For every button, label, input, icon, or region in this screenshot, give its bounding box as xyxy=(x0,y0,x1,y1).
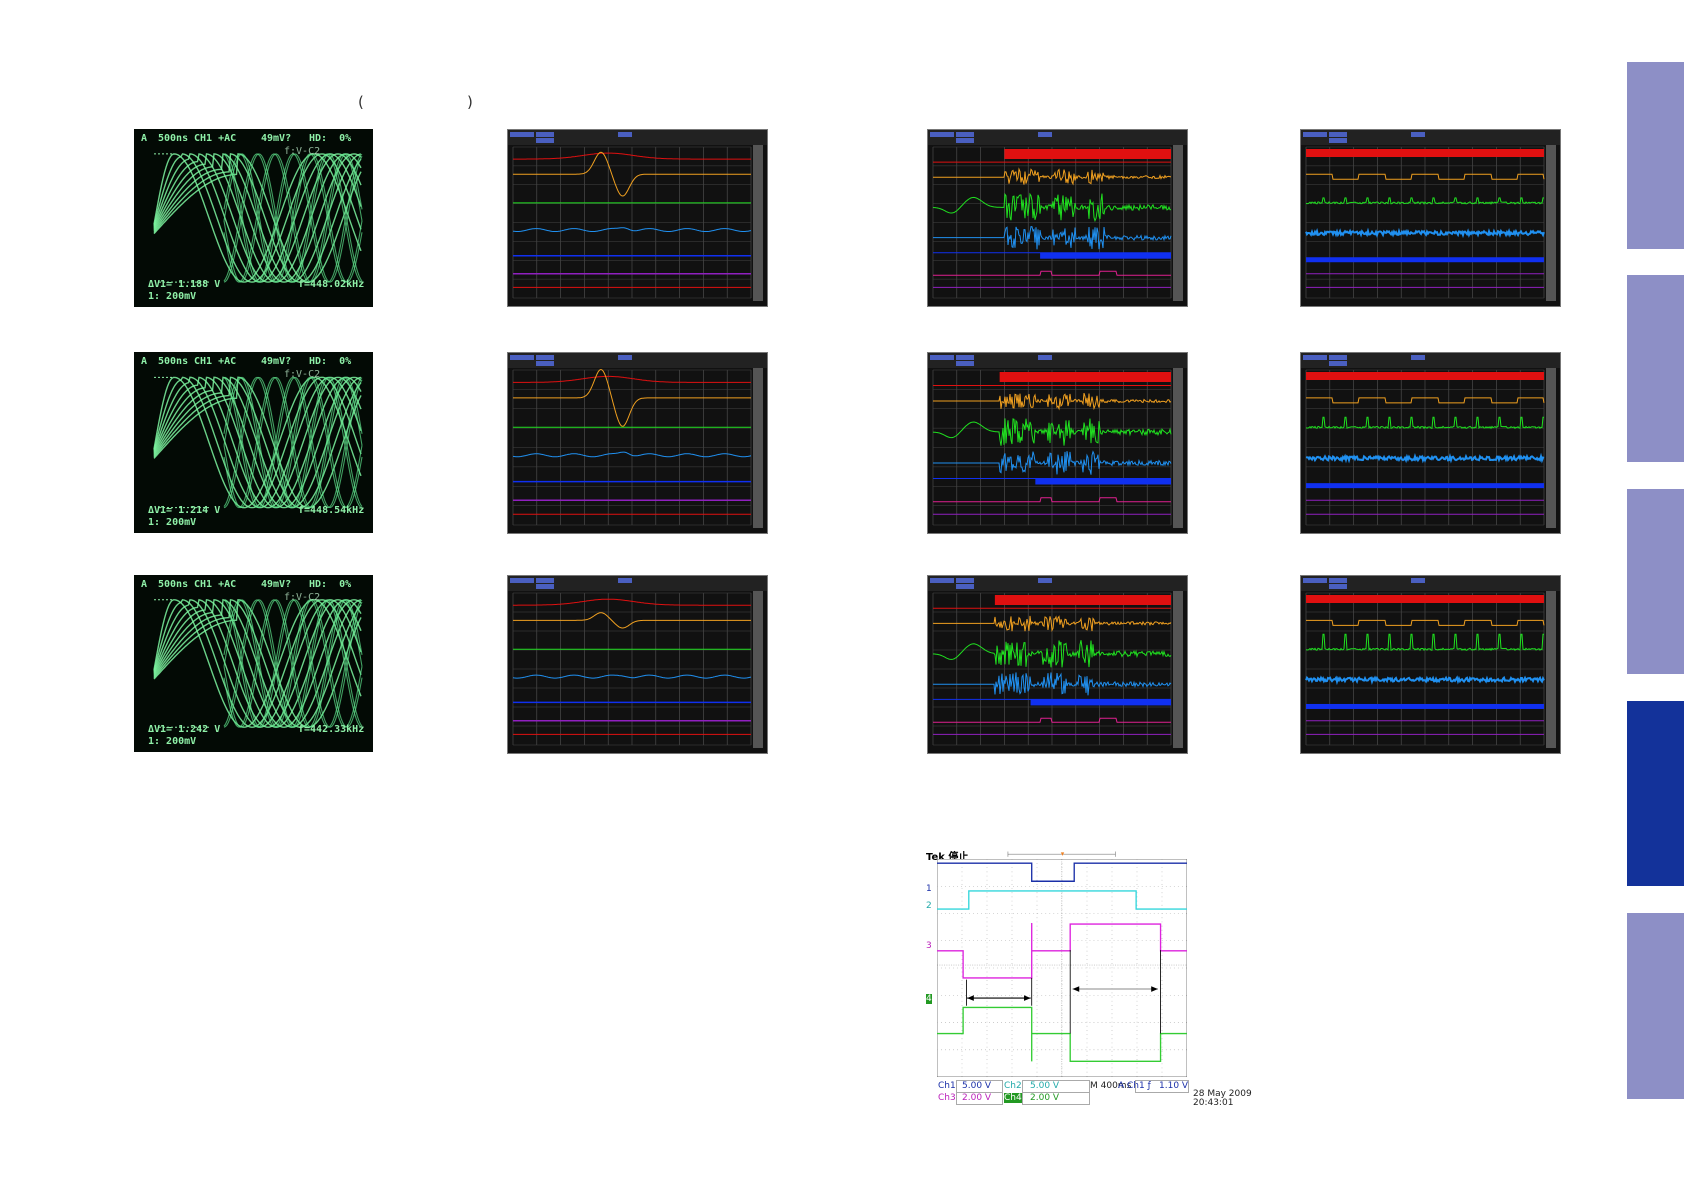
side-tab-1[interactable] xyxy=(1627,62,1684,249)
recorder-trace xyxy=(1306,372,1544,380)
scope-level: 49mV? xyxy=(261,579,292,590)
ch1-scale: 5.00 V xyxy=(962,1081,992,1091)
ch3-scale: 2.00 V xyxy=(962,1093,992,1103)
scope-mode: A xyxy=(141,133,148,144)
scope-level: 49mV? xyxy=(261,133,292,144)
scope-timebase: 500ns xyxy=(158,133,189,144)
scope-dv: ΔV1= 1.242 V xyxy=(148,724,221,735)
scope-scale: 1: 200mV xyxy=(148,736,197,747)
ch4-marker: 4 xyxy=(926,994,932,1004)
ch4-scale: 2.00 V xyxy=(1030,1093,1060,1103)
ch1-marker: 1 xyxy=(926,884,932,894)
scope-channel: CH1 +AC xyxy=(194,579,237,590)
scope-cursor: f:V-C2 xyxy=(284,592,321,603)
scope-hd: HD: 0% xyxy=(309,579,352,590)
recorder-capture xyxy=(507,575,768,754)
ch1-label: Ch1 xyxy=(938,1081,956,1091)
ch2-marker: 2 xyxy=(926,901,932,911)
side-tab-5[interactable] xyxy=(1627,913,1684,1099)
scope-freq: f=448.02kHz xyxy=(298,279,365,290)
tek-waveform-grid xyxy=(937,859,1187,1077)
scope-dv: ΔV1= 1.214 V xyxy=(148,505,221,516)
scope-cursor: f:V-C2 xyxy=(284,369,321,380)
paren-close: ) xyxy=(467,93,473,111)
tek-record-bar xyxy=(1007,851,1116,857)
tek-scope-capture: Tek 停止 1 2 3 4 Ch1 5.00 V Ch2 5.00 V M 4… xyxy=(926,848,1256,1108)
side-tab-4-active[interactable] xyxy=(1627,701,1684,886)
recorder-capture xyxy=(507,129,768,307)
recorder-capture xyxy=(507,352,768,534)
paren-open: ( xyxy=(358,93,364,111)
recorder-capture xyxy=(927,352,1188,534)
scope-hd: HD: 0% xyxy=(309,133,352,144)
scope-cursor: f:V-C2 xyxy=(284,146,321,157)
scope-hd: HD: 0% xyxy=(309,356,352,367)
scope-dv: ΔV1= 1.188 V xyxy=(148,279,221,290)
ch3-label: Ch3 xyxy=(938,1093,956,1103)
ch4-label: Ch4 xyxy=(1004,1093,1022,1103)
scope-mode: A xyxy=(141,356,148,367)
analog-scope-capture: A 500ns CH1 +AC 49mV? HD: 0% f:V-C2 ΔV1= 1.214… xyxy=(134,352,373,533)
side-tab-3[interactable] xyxy=(1627,489,1684,674)
scope-level: 49mV? xyxy=(261,356,292,367)
analog-scope-capture: A 500ns CH1 +AC 49mV? HD: 0% f:V-C2 ΔV1= 1.188… xyxy=(134,129,373,307)
recorder-capture xyxy=(1300,129,1561,307)
recorder-trace xyxy=(1306,149,1544,157)
recorder-trace xyxy=(994,595,1171,605)
recorder-capture xyxy=(1300,352,1561,534)
scope-channel: CH1 +AC xyxy=(194,133,237,144)
recorder-capture xyxy=(927,129,1188,307)
trigger-level: 1.10 V xyxy=(1159,1081,1189,1091)
scope-timebase: 500ns xyxy=(158,579,189,590)
scope-mode: A xyxy=(141,579,148,590)
recorder-capture xyxy=(1300,575,1561,754)
scope-freq: f=442.33kHz xyxy=(298,724,365,735)
side-tab-2[interactable] xyxy=(1627,275,1684,462)
scope-freq: f=448.54kHz xyxy=(298,505,365,516)
ch3-marker: 3 xyxy=(926,941,932,951)
capture-time: 20:43:01 xyxy=(1193,1098,1234,1108)
recorder-trace xyxy=(1306,595,1544,603)
recorder-trace xyxy=(1305,227,1545,239)
recorder-trace xyxy=(999,372,1171,382)
ch2-scale: 5.00 V xyxy=(1030,1081,1060,1091)
scope-timebase: 500ns xyxy=(158,356,189,367)
recorder-trace xyxy=(1004,149,1171,159)
scope-channel: CH1 +AC xyxy=(194,356,237,367)
ch2-label: Ch2 xyxy=(1004,1081,1022,1091)
scope-scale: 1: 200mV xyxy=(148,517,197,528)
recorder-capture xyxy=(927,575,1188,754)
scope-scale: 1: 200mV xyxy=(148,291,197,302)
analog-scope-capture: A 500ns CH1 +AC 49mV? HD: 0% f:V-C2 ΔV1= 1.242… xyxy=(134,575,373,752)
